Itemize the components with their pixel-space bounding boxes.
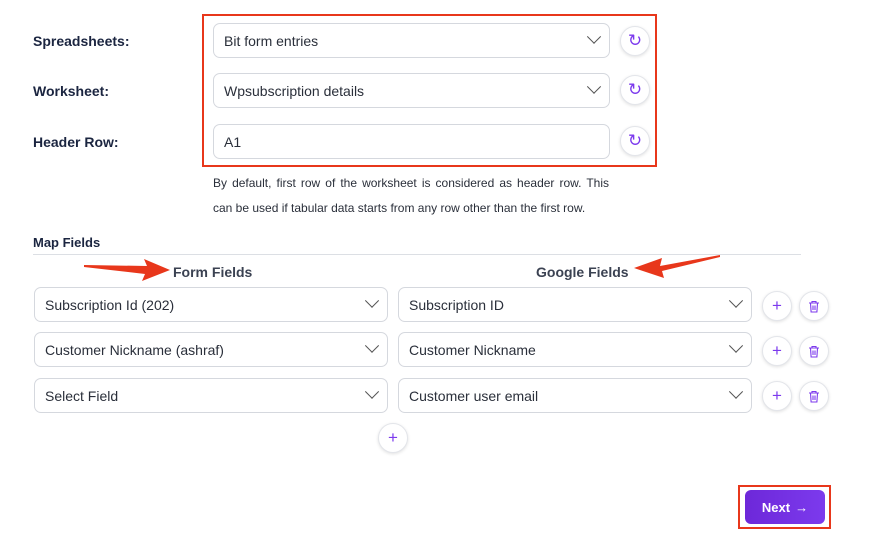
plus-icon: + bbox=[772, 341, 782, 360]
worksheet-value: Wpsubscription details bbox=[224, 82, 365, 99]
form-field-select[interactable]: Select Field bbox=[34, 378, 388, 413]
form-fields-header: Form Fields bbox=[173, 264, 253, 280]
refresh-spreadsheets-button[interactable]: ↻ bbox=[620, 26, 650, 56]
add-row-button[interactable]: + bbox=[762, 336, 792, 366]
worksheet-select[interactable]: Wpsubscription details bbox=[213, 73, 610, 108]
header-row-value: A1 bbox=[224, 133, 242, 150]
refresh-worksheet-button[interactable]: ↻ bbox=[620, 75, 650, 105]
refresh-header-row-button[interactable]: ↻ bbox=[620, 126, 650, 156]
trash-icon bbox=[809, 345, 819, 358]
google-field-value: Subscription ID bbox=[409, 296, 504, 313]
chevron-down-icon bbox=[364, 384, 380, 399]
form-field-select[interactable]: Customer Nickname (ashraf) bbox=[34, 332, 388, 367]
next-button-label: Next bbox=[761, 499, 791, 515]
arrow-annotation-left bbox=[84, 259, 170, 281]
spreadsheets-label: Spreadsheets: bbox=[33, 33, 130, 49]
header-row-label: Header Row: bbox=[33, 134, 119, 150]
trash-icon bbox=[809, 300, 819, 313]
refresh-icon: ↻ bbox=[627, 31, 643, 50]
chevron-down-icon bbox=[728, 293, 744, 308]
plus-icon: + bbox=[388, 428, 398, 447]
refresh-icon: ↻ bbox=[627, 131, 643, 150]
arrow-right-icon: → bbox=[795, 499, 809, 515]
arrow-annotation-right bbox=[634, 255, 720, 278]
google-field-select[interactable]: Subscription ID bbox=[398, 287, 752, 322]
chevron-down-icon bbox=[586, 29, 602, 44]
google-field-value: Customer user email bbox=[409, 387, 539, 404]
form-field-value: Customer Nickname (ashraf) bbox=[45, 341, 224, 358]
form-field-value: Subscription Id (202) bbox=[45, 296, 175, 313]
header-row-help-text: By default, first row of the worksheet i… bbox=[213, 176, 609, 215]
map-fields-title: Map Fields bbox=[33, 235, 101, 250]
chevron-down-icon bbox=[364, 293, 380, 308]
form-field-value: Select Field bbox=[45, 387, 119, 404]
refresh-icon: ↻ bbox=[627, 80, 643, 99]
form-field-select[interactable]: Subscription Id (202) bbox=[34, 287, 388, 322]
plus-icon: + bbox=[772, 296, 782, 315]
add-field-map-button[interactable]: + bbox=[378, 423, 408, 453]
delete-row-button[interactable] bbox=[799, 291, 829, 321]
spreadsheets-value: Bit form entries bbox=[224, 32, 319, 49]
chevron-down-icon bbox=[728, 384, 744, 399]
google-field-select[interactable]: Customer Nickname bbox=[398, 332, 752, 367]
delete-row-button[interactable] bbox=[799, 336, 829, 366]
google-fields-header: Google Fields bbox=[536, 264, 629, 280]
worksheet-label: Worksheet: bbox=[33, 83, 109, 99]
add-row-button[interactable]: + bbox=[762, 381, 792, 411]
chevron-down-icon bbox=[728, 338, 744, 353]
google-field-value: Customer Nickname bbox=[409, 341, 536, 358]
trash-icon bbox=[809, 390, 819, 403]
google-field-select[interactable]: Customer user email bbox=[398, 378, 752, 413]
plus-icon: + bbox=[772, 386, 782, 405]
spreadsheets-select[interactable]: Bit form entries bbox=[213, 23, 610, 58]
add-row-button[interactable]: + bbox=[762, 291, 792, 321]
delete-row-button[interactable] bbox=[799, 381, 829, 411]
header-row-input[interactable]: A1 bbox=[213, 124, 610, 159]
chevron-down-icon bbox=[364, 338, 380, 353]
chevron-down-icon bbox=[586, 79, 602, 94]
next-button[interactable]: Next → bbox=[745, 490, 825, 524]
